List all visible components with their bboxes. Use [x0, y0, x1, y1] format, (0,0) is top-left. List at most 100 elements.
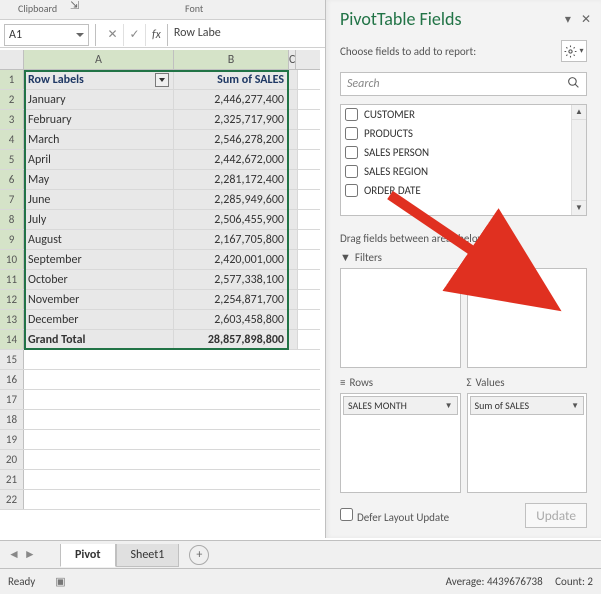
sheet-tab[interactable]: Pivot: [60, 544, 116, 567]
cell[interactable]: 2,577,338,100: [174, 270, 289, 289]
field-search-input[interactable]: Search: [340, 72, 587, 96]
filter-dropdown-icon[interactable]: [155, 73, 169, 87]
field-item[interactable]: CUSTOMER: [341, 105, 586, 124]
column-header-b[interactable]: B: [174, 50, 289, 69]
add-sheet-button[interactable]: +: [189, 545, 209, 565]
cell[interactable]: [289, 150, 298, 169]
scroll-up-icon[interactable]: ▲: [572, 105, 586, 120]
field-list-scrollbar[interactable]: ▲ ▼: [571, 105, 586, 215]
update-button[interactable]: Update: [525, 503, 587, 528]
cell[interactable]: July: [24, 210, 174, 229]
field-item[interactable]: SALES PERSON: [341, 143, 586, 162]
cell[interactable]: April: [24, 150, 174, 169]
close-icon[interactable]: ✕: [581, 12, 591, 27]
cell[interactable]: [289, 250, 298, 269]
cell[interactable]: [289, 230, 298, 249]
field-checkbox[interactable]: [345, 165, 358, 178]
cell[interactable]: September: [24, 250, 174, 269]
row-header[interactable]: 16: [0, 370, 24, 389]
cell[interactable]: 28,857,898,800: [174, 330, 289, 349]
chevron-down-icon[interactable]: [76, 33, 84, 37]
column-header-a[interactable]: A: [24, 50, 174, 69]
cell[interactable]: August: [24, 230, 174, 249]
row-header[interactable]: 18: [0, 410, 24, 429]
field-item[interactable]: PRODUCTS: [341, 124, 586, 143]
row-header[interactable]: 2: [0, 90, 24, 109]
columns-drop-zone[interactable]: [467, 268, 588, 368]
filters-drop-zone[interactable]: [340, 268, 461, 368]
cancel-icon[interactable]: ✕: [102, 24, 124, 46]
row-header[interactable]: 1: [0, 70, 24, 89]
cell[interactable]: [289, 310, 298, 329]
row-header[interactable]: 12: [0, 290, 24, 309]
cell[interactable]: October: [24, 270, 174, 289]
row-header[interactable]: 6: [0, 170, 24, 189]
cell[interactable]: 2,603,458,800: [174, 310, 289, 329]
pane-menu-chevron-icon[interactable]: ▾: [565, 12, 571, 27]
row-header[interactable]: 3: [0, 110, 24, 129]
pivot-row-labels-header[interactable]: Row Labels: [24, 70, 174, 89]
cell[interactable]: 2,325,717,900: [174, 110, 289, 129]
cell[interactable]: [289, 210, 298, 229]
cell[interactable]: 2,254,871,700: [174, 290, 289, 309]
cell[interactable]: January: [24, 90, 174, 109]
enter-check-icon[interactable]: ✓: [124, 24, 146, 46]
row-header[interactable]: 17: [0, 390, 24, 409]
gear-icon[interactable]: ▾: [561, 40, 587, 62]
field-item[interactable]: SALES REGION: [341, 162, 586, 181]
field-item[interactable]: ORDER DATE: [341, 181, 586, 200]
row-header[interactable]: 4: [0, 130, 24, 149]
row-header[interactable]: 7: [0, 190, 24, 209]
cell[interactable]: June: [24, 190, 174, 209]
row-header[interactable]: 20: [0, 450, 24, 469]
cell[interactable]: Grand Total: [24, 330, 174, 349]
cell[interactable]: [289, 190, 298, 209]
row-header[interactable]: 13: [0, 310, 24, 329]
cell[interactable]: 2,285,949,600: [174, 190, 289, 209]
cell[interactable]: December: [24, 310, 174, 329]
row-header[interactable]: 9: [0, 230, 24, 249]
cell[interactable]: [289, 130, 298, 149]
row-header[interactable]: 14: [0, 330, 24, 349]
column-header-c[interactable]: C: [289, 50, 296, 69]
rows-drop-zone[interactable]: SALES MONTH▼: [340, 393, 461, 493]
cell[interactable]: [289, 270, 298, 289]
select-all-corner[interactable]: [0, 50, 24, 69]
rows-pill[interactable]: SALES MONTH▼: [343, 396, 458, 415]
pivot-values-header[interactable]: Sum of SALES: [174, 70, 289, 89]
row-header[interactable]: 21: [0, 470, 24, 489]
cell[interactable]: [289, 110, 298, 129]
cell[interactable]: March: [24, 130, 174, 149]
cell[interactable]: [289, 170, 298, 189]
field-checkbox[interactable]: [345, 146, 358, 159]
row-header[interactable]: 8: [0, 210, 24, 229]
row-header[interactable]: 15: [0, 350, 24, 369]
name-box[interactable]: A1: [4, 24, 89, 46]
cell[interactable]: 2,167,705,800: [174, 230, 289, 249]
chevron-down-icon[interactable]: ▼: [445, 401, 453, 411]
cell[interactable]: 2,442,672,000: [174, 150, 289, 169]
row-header[interactable]: 22: [0, 490, 24, 509]
cell[interactable]: February: [24, 110, 174, 129]
sheet-nav-buttons[interactable]: ◄►: [0, 547, 60, 562]
values-drop-zone[interactable]: Sum of SALES▼: [467, 393, 588, 493]
cell[interactable]: 2,506,455,900: [174, 210, 289, 229]
cell[interactable]: May: [24, 170, 174, 189]
sheet-tab[interactable]: Sheet1: [116, 544, 180, 567]
cell[interactable]: 2,420,001,000: [174, 250, 289, 269]
fx-icon[interactable]: fx: [146, 28, 167, 42]
row-header[interactable]: 10: [0, 250, 24, 269]
cell[interactable]: [289, 330, 298, 349]
chevron-down-icon[interactable]: ▼: [571, 401, 579, 411]
field-checkbox[interactable]: [345, 184, 358, 197]
macro-record-icon[interactable]: ▣: [55, 575, 65, 588]
cell[interactable]: [289, 290, 298, 309]
field-checkbox[interactable]: [345, 108, 358, 121]
cell[interactable]: 2,446,277,400: [174, 90, 289, 109]
cell[interactable]: November: [24, 290, 174, 309]
ribbon-dialog-launcher[interactable]: ⇲: [70, 0, 79, 12]
values-pill[interactable]: Sum of SALES▼: [470, 396, 585, 415]
scroll-down-icon[interactable]: ▼: [572, 200, 586, 215]
cell[interactable]: 2,281,172,400: [174, 170, 289, 189]
field-checkbox[interactable]: [345, 127, 358, 140]
